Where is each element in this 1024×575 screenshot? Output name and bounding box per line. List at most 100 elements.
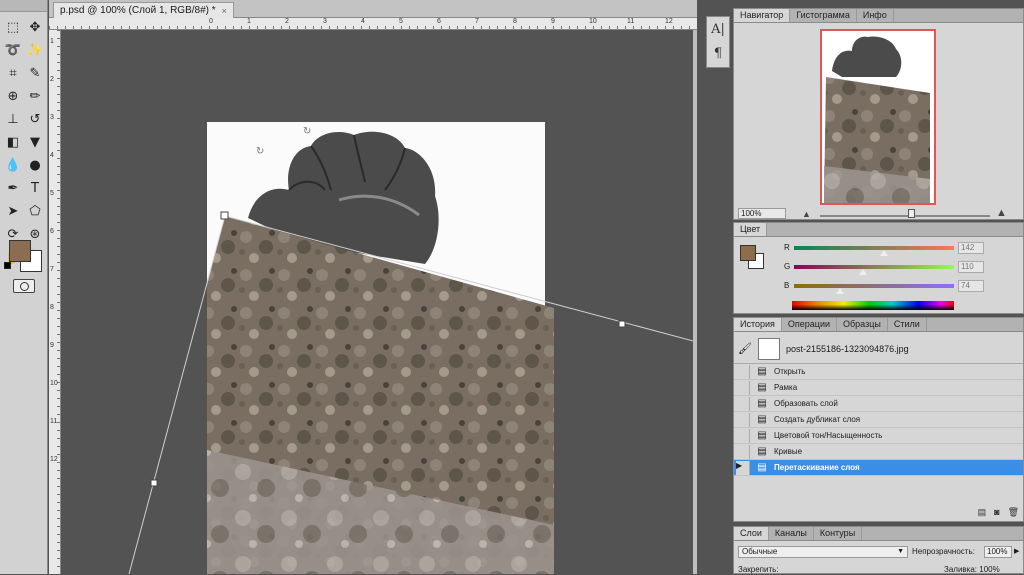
color-channel-value[interactable]: 110 xyxy=(958,261,984,273)
fill-label: Заливка: 100% xyxy=(944,565,1000,574)
default-colors-icon[interactable] xyxy=(4,262,11,269)
tools-panel-header[interactable] xyxy=(0,0,47,12)
history-snapshot[interactable]: 🖌 post-2155186-1323094876.jpg xyxy=(734,334,1023,364)
color-channel-value[interactable]: 74 xyxy=(958,280,984,292)
path-select-icon[interactable]: ➤ xyxy=(2,200,24,222)
color-foreground-swatch[interactable] xyxy=(740,245,756,261)
healing-brush-icon[interactable]: ⊕ xyxy=(2,85,24,107)
move-tool-icon[interactable]: ✥ xyxy=(24,16,46,38)
fill-value[interactable]: 100% xyxy=(979,565,999,574)
pen-tool-icon[interactable]: ✒ xyxy=(2,177,24,199)
eyedropper-tool-icon[interactable]: ✎ xyxy=(24,62,46,84)
color-channel-value[interactable]: 142 xyxy=(958,242,984,254)
layers-blend-row: Обычные ▼ Непрозрачность: 100% ▶ xyxy=(738,546,1020,559)
tab-color[interactable]: Цвет xyxy=(734,223,768,236)
history-item-checkbox[interactable] xyxy=(736,428,750,443)
paint-bucket-icon[interactable]: ▼ xyxy=(24,131,46,153)
navigator-panel: Навигатор Гистограмма Инфо 100% ▲ ▲ xyxy=(733,8,1024,220)
tab-color-label: Цвет xyxy=(740,224,761,234)
collapsed-panels: A| ¶ xyxy=(706,16,730,68)
crop-tool-icon[interactable]: ⌗ xyxy=(2,62,24,84)
transform-handle-corner[interactable] xyxy=(220,211,229,220)
history-item[interactable]: ▤ Открыть xyxy=(734,364,1023,380)
rotate-cursor-icon-2: ↻ xyxy=(256,146,264,157)
snapshot-name: post-2155186-1323094876.jpg xyxy=(786,343,909,354)
color-channel-label: G xyxy=(784,262,791,271)
character-panel-icon[interactable]: A| xyxy=(707,17,729,41)
opacity-arrow-icon[interactable]: ▶ xyxy=(1014,547,1019,555)
transform-handle-left[interactable] xyxy=(150,479,158,487)
tab-channels[interactable]: Каналы xyxy=(769,527,814,540)
camera-icon[interactable]: ◙ xyxy=(994,507,999,518)
color-panel: Цвет R 142 G 110 B 74 xyxy=(733,222,1024,314)
quick-mask-icon xyxy=(19,281,29,291)
tab-history[interactable]: История xyxy=(734,318,782,331)
brush-tool-icon[interactable]: ✏ xyxy=(24,85,46,107)
history-item[interactable]: ▶ ▤ Перетаскивание слоя xyxy=(734,460,1023,476)
history-item-checkbox[interactable] xyxy=(736,364,750,379)
zoom-out-icon[interactable]: ▲ xyxy=(802,209,811,219)
history-item[interactable]: ▤ Создать дубликат слоя xyxy=(734,412,1023,428)
paragraph-panel-icon[interactable]: ¶ xyxy=(707,41,729,65)
chevron-down-icon: ▼ xyxy=(897,548,904,555)
opacity-field[interactable]: 100% xyxy=(984,546,1012,558)
history-item[interactable]: ▤ Цветовой тон/Насыщенность xyxy=(734,428,1023,444)
navigator-zoom-knob[interactable] xyxy=(908,209,915,218)
history-item-checkbox[interactable] xyxy=(736,444,750,459)
color-spectrum-bar[interactable] xyxy=(792,301,954,310)
shape-tool-icon[interactable]: ⬠ xyxy=(24,200,46,222)
eraser-tool-icon[interactable]: ◧ xyxy=(2,131,24,153)
history-item-checkbox[interactable] xyxy=(736,396,750,411)
history-step-icon: ▤ xyxy=(757,462,767,473)
dodge-tool-icon[interactable]: ● xyxy=(24,154,46,176)
color-slider-r: R 142 xyxy=(784,242,1020,257)
history-item-checkbox[interactable] xyxy=(736,380,750,395)
history-panel: История Операции Образцы Стили 🖌 post-21… xyxy=(733,317,1024,522)
stamp-tool-icon[interactable]: ⊥ xyxy=(2,108,24,130)
layers-panel: Слои Каналы Контуры Обычные ▼ Непрозрачн… xyxy=(733,526,1024,574)
navigator-zoom-field[interactable]: 100% xyxy=(738,208,786,219)
history-item-label: Перетаскивание слоя xyxy=(774,463,860,472)
history-item[interactable]: ▤ Рамка xyxy=(734,380,1023,396)
magic-wand-tool-icon[interactable]: ✨ xyxy=(24,39,46,61)
snapshot-brush-icon[interactable]: 🖌 xyxy=(738,342,752,356)
layers-tabs: Слои Каналы Контуры xyxy=(734,527,1023,541)
blur-tool-icon[interactable]: 💧 xyxy=(2,154,24,176)
tab-histogram[interactable]: Гистограмма xyxy=(790,9,857,22)
blend-mode-select[interactable]: Обычные ▼ xyxy=(738,546,908,558)
blend-mode-value: Обычные xyxy=(742,547,778,556)
color-channel-label: R xyxy=(784,243,790,252)
tab-swatches[interactable]: Образцы xyxy=(837,318,888,331)
transform-handle-right[interactable] xyxy=(618,320,626,328)
tab-navigator[interactable]: Навигатор xyxy=(734,9,791,22)
trash-icon[interactable]: 🗑 xyxy=(1008,507,1019,518)
history-footer: ▤ ◙ 🗑 xyxy=(978,507,1019,518)
color-channel-knob[interactable] xyxy=(858,269,867,275)
color-channel-knob[interactable] xyxy=(879,250,888,256)
history-item[interactable]: ▤ Кривые xyxy=(734,444,1023,460)
lasso-tool-icon[interactable]: ➰ xyxy=(2,39,24,61)
tab-info[interactable]: Инфо xyxy=(857,9,894,22)
color-channel-bar[interactable] xyxy=(794,246,954,250)
navigator-preview[interactable] xyxy=(820,29,936,205)
history-item[interactable]: ▤ Образовать слой xyxy=(734,396,1023,412)
marquee-tool-icon[interactable]: ⬚ xyxy=(2,16,24,38)
color-swatches xyxy=(4,236,44,274)
quick-mask-button[interactable] xyxy=(13,279,35,293)
new-document-icon[interactable]: ▤ xyxy=(978,507,987,518)
color-channel-bar[interactable] xyxy=(794,284,954,288)
color-channel-bar[interactable] xyxy=(794,265,954,269)
foreground-color-swatch[interactable] xyxy=(9,240,31,262)
tab-paths[interactable]: Контуры xyxy=(814,527,863,540)
tab-actions[interactable]: Операции xyxy=(782,318,838,331)
type-tool-icon[interactable]: T xyxy=(24,177,46,199)
history-brush-icon[interactable]: ↺ xyxy=(24,108,46,130)
history-item-checkbox[interactable]: ▶ xyxy=(736,460,750,475)
canvas-artwork[interactable]: ↻ ↻ xyxy=(49,0,697,574)
navigator-zoom-slider[interactable] xyxy=(820,215,990,217)
history-item-checkbox[interactable] xyxy=(736,412,750,427)
tab-layers[interactable]: Слои xyxy=(734,527,769,540)
tab-styles[interactable]: Стили xyxy=(888,318,927,331)
zoom-in-icon[interactable]: ▲ xyxy=(996,207,1007,219)
color-channel-knob[interactable] xyxy=(836,288,845,294)
